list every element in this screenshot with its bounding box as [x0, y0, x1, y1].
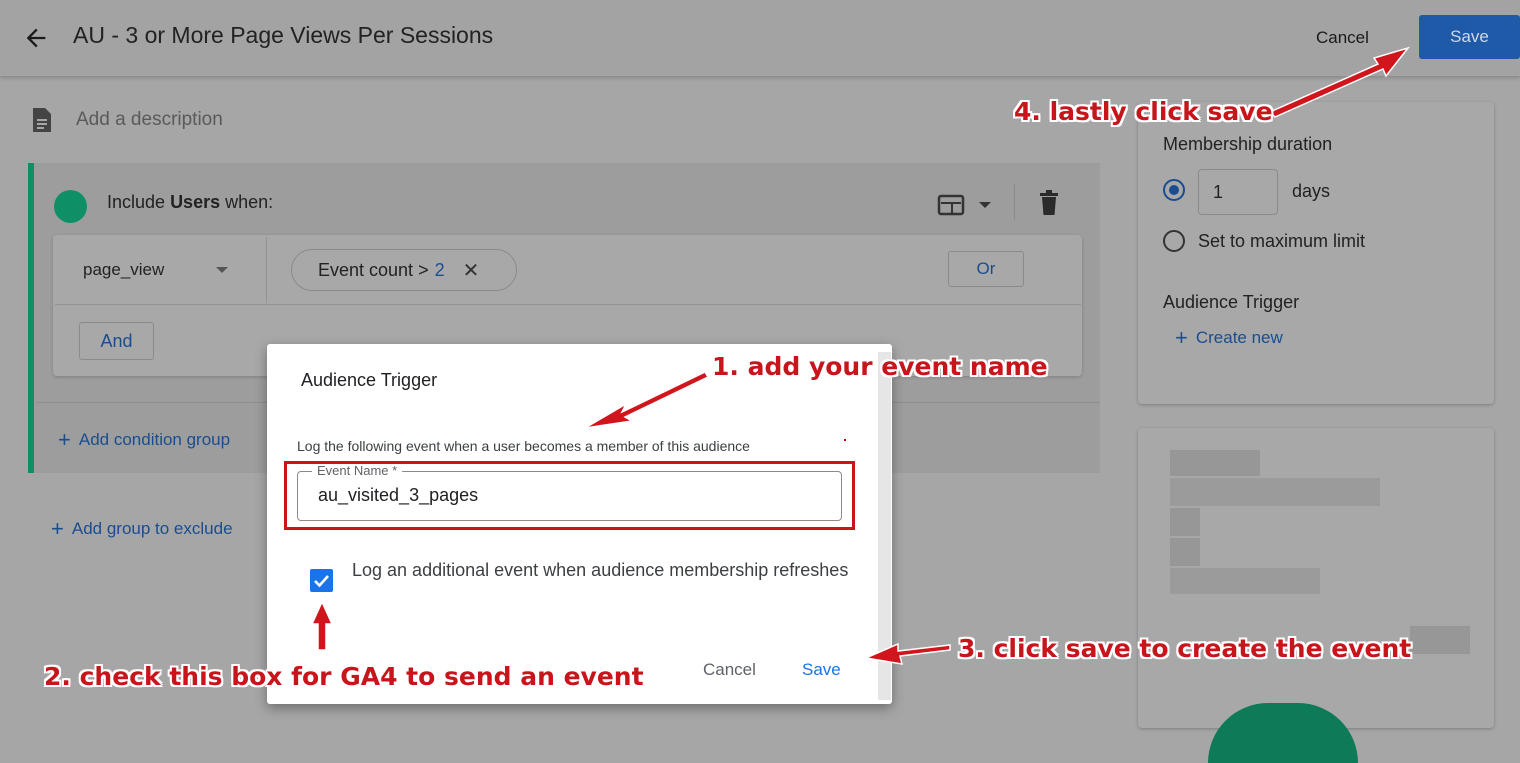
add-condition-group-button[interactable]: + Add condition group: [58, 427, 230, 453]
plus-icon: +: [1175, 325, 1188, 350]
plus-icon: +: [58, 427, 71, 452]
back-arrow-icon[interactable]: [22, 24, 50, 52]
scope-icon[interactable]: [936, 192, 966, 218]
condition-chip[interactable]: Event count >2 ✕: [291, 249, 517, 291]
page-title: AU - 3 or More Page Views Per Sessions: [73, 22, 494, 48]
summary-card: [1138, 428, 1494, 728]
delete-icon[interactable]: [1036, 189, 1062, 217]
dialog-description: Log the following event when a user beco…: [297, 438, 750, 454]
days-radio[interactable]: [1163, 179, 1185, 201]
chevron-down-icon[interactable]: [978, 200, 992, 210]
divider: [55, 304, 1081, 305]
create-new-trigger-button[interactable]: + Create new: [1175, 325, 1283, 351]
checkbox-label: Log an additional event when audience me…: [352, 560, 849, 580]
dialog-save-button[interactable]: Save: [802, 660, 841, 680]
close-icon[interactable]: ✕: [463, 258, 480, 283]
max-limit-label: Set to maximum limit: [1198, 231, 1366, 251]
refresh-event-checkbox[interactable]: [310, 569, 333, 592]
description-placeholder[interactable]: Add a description: [76, 109, 223, 131]
dialog-title: Audience Trigger: [301, 370, 438, 390]
plus-icon: +: [51, 516, 64, 541]
description-icon: [33, 108, 51, 132]
checkmark-icon: [314, 575, 329, 588]
dialog-scrollbar[interactable]: [878, 352, 891, 700]
annotation-step-1: 1. add your event name: [712, 352, 1048, 381]
add-group-to-exclude-button[interactable]: + Add group to exclude: [51, 516, 233, 542]
event-select[interactable]: page_view: [83, 260, 164, 280]
cancel-button[interactable]: Cancel: [1300, 26, 1385, 50]
include-users-label: Include Users when:: [107, 192, 274, 212]
and-button[interactable]: And: [79, 322, 154, 360]
annotation-step-3: 3. click save to create the event: [958, 634, 1412, 663]
chevron-down-icon[interactable]: [216, 266, 228, 274]
dialog-cancel-button[interactable]: Cancel: [703, 660, 756, 680]
audience-trigger-title: Audience Trigger: [1163, 292, 1300, 312]
annotation-step-4: 4. lastly click save: [1014, 97, 1273, 126]
days-label: days: [1292, 181, 1331, 201]
annotation-highlight-box: [284, 461, 855, 530]
membership-duration-title: Membership duration: [1163, 134, 1333, 154]
divider: [1014, 184, 1015, 220]
annotation-dot: [844, 439, 846, 441]
or-button[interactable]: Or: [948, 251, 1024, 287]
max-limit-radio[interactable]: [1163, 230, 1185, 252]
group-status-dot: [54, 190, 87, 223]
save-button[interactable]: Save: [1419, 15, 1520, 59]
divider: [266, 237, 267, 303]
annotation-step-2: 2. check this box for GA4 to send an eve…: [44, 662, 644, 691]
days-input[interactable]: 1: [1198, 169, 1278, 215]
